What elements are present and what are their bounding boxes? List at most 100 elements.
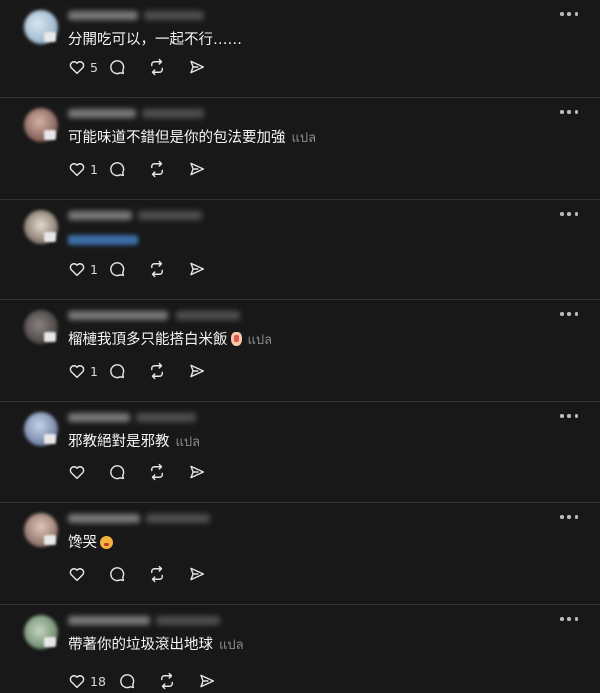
comment-text: 邪教絕對是邪教 แปล: [68, 434, 201, 450]
username[interactable]: [68, 211, 132, 220]
username[interactable]: [68, 514, 140, 523]
comment-icon: [110, 567, 125, 582]
translate-link[interactable]: แปล: [176, 435, 201, 450]
timestamp: [156, 616, 220, 625]
translate-link[interactable]: แปล: [219, 638, 244, 653]
comment-icon: [110, 262, 125, 277]
more-options-icon[interactable]: [560, 211, 578, 217]
share-button[interactable]: [188, 159, 218, 179]
repost-icon: [151, 260, 163, 278]
like-button[interactable]: [68, 564, 108, 584]
comment-icon: [110, 465, 125, 480]
repost-button[interactable]: [148, 159, 188, 179]
comment-text: 可能味道不錯但是你的包法要加強 แปล: [68, 130, 317, 146]
timestamp: [138, 211, 202, 220]
more-options-icon[interactable]: [560, 514, 578, 520]
username[interactable]: [68, 616, 150, 625]
reply-button[interactable]: [108, 259, 148, 279]
like-count: 1: [90, 363, 98, 379]
heart-icon: [69, 263, 85, 277]
username[interactable]: [68, 109, 136, 118]
reply-button[interactable]: [108, 57, 148, 77]
reply-button[interactable]: [108, 564, 148, 584]
share-button[interactable]: [188, 259, 218, 279]
translate-link[interactable]: แปล: [248, 333, 273, 348]
repost-icon: [151, 58, 163, 76]
more-options-icon[interactable]: [560, 413, 578, 419]
comment-text: [68, 231, 138, 249]
heart-icon: [69, 675, 85, 689]
repost-icon: [151, 565, 163, 583]
timestamp: [146, 514, 210, 523]
username[interactable]: [68, 413, 130, 422]
heart-icon: [69, 61, 85, 75]
repost-button[interactable]: [148, 564, 188, 584]
heart-icon: [69, 365, 85, 379]
comment-icon: [120, 674, 135, 689]
reply-button[interactable]: [108, 361, 148, 381]
repost-button[interactable]: [148, 462, 188, 482]
action-bar: 1: [68, 361, 218, 381]
comment-text: 帶著你的垃圾滾出地球 แปล: [68, 637, 244, 653]
send-icon: [200, 674, 215, 688]
more-options-icon[interactable]: [560, 11, 578, 17]
repost-button[interactable]: [158, 671, 198, 691]
repost-button[interactable]: [148, 361, 188, 381]
like-button[interactable]: 1: [68, 361, 108, 381]
like-count: 5: [90, 59, 98, 75]
send-icon: [190, 162, 205, 176]
comment-post: 榴槤我頂多只能搭白米飯 แปล 1: [0, 300, 600, 402]
like-button[interactable]: 1: [68, 259, 108, 279]
raised-hand-emoji: [230, 332, 242, 346]
username[interactable]: [68, 311, 168, 320]
heart-icon: [69, 466, 85, 480]
comment-post: 分開吃可以，一起不行…… 5: [0, 0, 600, 98]
timestamp: [144, 11, 204, 20]
comment-icon: [110, 364, 125, 379]
timestamp: [142, 109, 204, 118]
avatar-badge: [44, 332, 56, 342]
share-button[interactable]: [188, 564, 218, 584]
like-count: 1: [90, 161, 98, 177]
mention-link[interactable]: [68, 235, 138, 245]
comment-text: 榴槤我頂多只能搭白米飯 แปล: [68, 332, 273, 348]
send-icon: [190, 465, 205, 479]
action-bar: [68, 564, 218, 584]
action-bar: 1: [68, 159, 218, 179]
more-options-icon[interactable]: [560, 311, 578, 317]
share-button[interactable]: [188, 57, 218, 77]
comment-post: 可能味道不錯但是你的包法要加強 แปล 1: [0, 98, 600, 200]
reply-button[interactable]: [108, 159, 148, 179]
repost-button[interactable]: [148, 57, 188, 77]
heart-icon: [69, 163, 85, 177]
comment-post: 1: [0, 200, 600, 300]
timestamp: [176, 311, 240, 320]
like-button[interactable]: 18: [68, 671, 118, 691]
repost-icon: [161, 672, 173, 690]
like-button[interactable]: 5: [68, 57, 108, 77]
repost-button[interactable]: [148, 259, 188, 279]
comment-icon: [110, 162, 125, 177]
send-icon: [190, 60, 205, 74]
share-button[interactable]: [188, 462, 218, 482]
share-button[interactable]: [198, 671, 228, 691]
reply-button[interactable]: [118, 671, 158, 691]
like-button[interactable]: 1: [68, 159, 108, 179]
reply-button[interactable]: [108, 462, 148, 482]
comment-text: 馋哭: [68, 534, 113, 552]
comment-icon: [110, 60, 125, 75]
action-bar: 1: [68, 259, 218, 279]
timestamp: [136, 413, 196, 422]
more-options-icon[interactable]: [560, 109, 578, 115]
action-bar: [68, 462, 218, 482]
repost-icon: [151, 160, 163, 178]
avatar-badge: [44, 232, 56, 242]
share-button[interactable]: [188, 361, 218, 381]
more-options-icon[interactable]: [560, 616, 578, 622]
comment-post: 帶著你的垃圾滾出地球 แปล 18: [0, 605, 600, 693]
send-icon: [190, 262, 205, 276]
like-button[interactable]: [68, 462, 108, 482]
repost-icon: [151, 463, 163, 481]
translate-link[interactable]: แปล: [292, 131, 317, 146]
username[interactable]: [68, 11, 138, 20]
